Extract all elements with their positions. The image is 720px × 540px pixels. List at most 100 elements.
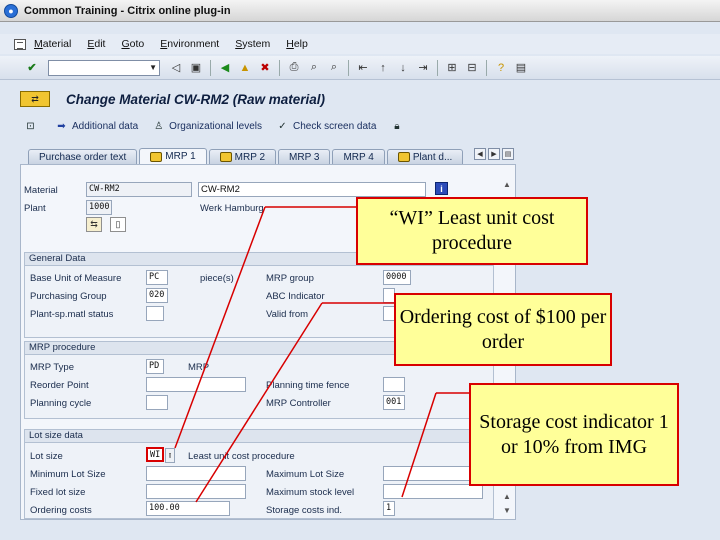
plant-status-field[interactable]	[146, 306, 164, 321]
max-lot-size-field[interactable]	[383, 466, 483, 481]
menu-goto[interactable]: Goto	[121, 38, 144, 50]
tab-mrp-2[interactable]: MRP 2	[208, 149, 277, 164]
lock-icon: 🔒︎	[394, 120, 400, 132]
tab-next-icon[interactable]: ▶	[488, 148, 500, 160]
standard-toolbar: ✔ ▼ ◁ ▣ ◀ ▲ ✖ ⎙ ⌕ ⌕ ⇤ ↑ ↓ ⇥ ⊞ ⊟ ? ▤	[0, 56, 720, 80]
hierarchy-icon: ♙	[154, 120, 164, 132]
tab-label: MRP 4	[343, 151, 374, 163]
check-screen-label: Check screen data	[293, 120, 377, 132]
shortcut-icon[interactable]: ⊟	[464, 60, 480, 76]
screen-title-area: ⇄ Change Material CW-RM2 (Raw material)	[20, 88, 712, 110]
tab-purchase-order-text[interactable]: Purchase order text	[28, 149, 138, 164]
org-levels-button[interactable]: ♙ Organizational levels	[152, 120, 262, 132]
lock-button[interactable]: 🔒︎	[390, 120, 407, 132]
last-page-icon[interactable]: ⇥	[415, 60, 431, 76]
base-uom-field[interactable]: PC	[146, 270, 168, 285]
exit-icon[interactable]: ▲	[237, 60, 253, 76]
window-titlebar: ● Common Training - Citrix online plug-i…	[0, 0, 720, 22]
cancel-icon[interactable]: ✖	[257, 60, 273, 76]
menu-system[interactable]: System	[235, 38, 270, 50]
check-screen-button[interactable]: ✓ Check screen data	[276, 120, 376, 132]
print-icon[interactable]: ⎙	[286, 60, 302, 76]
first-page-icon[interactable]: ⇤	[355, 60, 371, 76]
max-stock-level-field[interactable]	[383, 484, 483, 499]
tab-list-icon[interactable]: ▤	[502, 148, 514, 160]
storage-costs-field[interactable]: 1	[383, 501, 395, 516]
tab-mrp-1[interactable]: MRP 1	[139, 148, 207, 164]
storage-costs-label: Storage costs ind.	[266, 505, 343, 516]
fixed-lot-size-label: Fixed lot size	[30, 487, 86, 498]
command-field[interactable]: ▼	[48, 59, 160, 76]
purchasing-group-label: Purchasing Group	[30, 291, 107, 302]
mrp-type-field[interactable]: PD	[146, 359, 164, 374]
mrp-group-label: MRP group	[266, 273, 314, 284]
planning-time-fence-field[interactable]	[383, 377, 405, 392]
select-views-button[interactable]: ⊡	[24, 120, 41, 132]
toolbar-separator	[437, 59, 438, 76]
org-levels-icon[interactable]: ⇆	[86, 217, 102, 232]
info-icon[interactable]: i	[435, 182, 448, 195]
mrp-group-field[interactable]: 0000	[383, 270, 411, 285]
new-session-icon[interactable]: ⊞	[444, 60, 460, 76]
views-icon: ⊡	[26, 120, 35, 132]
enter-check-icon[interactable]: ✔	[24, 60, 40, 76]
arrow-right-icon: ➡	[57, 120, 66, 132]
min-lot-size-label: Minimum Lot Size	[30, 469, 106, 480]
tab-plant-data[interactable]: Plant d...	[386, 149, 464, 164]
back-arrow-icon[interactable]: ◁	[168, 60, 184, 76]
menu-material[interactable]: Material	[34, 38, 71, 50]
fixed-lot-size-field[interactable]	[146, 484, 246, 499]
material-icon: ⇄	[20, 91, 50, 107]
material-field: CW-RM2	[86, 182, 192, 197]
plant-field: 1000	[86, 200, 112, 215]
tab-prev-icon[interactable]: ◀	[474, 148, 486, 160]
reorder-point-field[interactable]	[146, 377, 246, 392]
purchasing-group-field[interactable]: 020	[146, 288, 168, 303]
layout-menu-icon[interactable]: ▤	[513, 60, 529, 76]
material-label: Material	[24, 185, 58, 196]
find-icon[interactable]: ⌕	[306, 60, 322, 76]
tab-mrp-3[interactable]: MRP 3	[278, 149, 331, 164]
help-icon[interactable]: ?	[493, 60, 509, 76]
scroll-down-icon[interactable]: ▼	[503, 506, 511, 515]
scroll-up-icon[interactable]: ▲	[503, 180, 511, 189]
lot-size-field[interactable]: WI	[146, 447, 164, 462]
find-next-icon[interactable]: ⌕	[326, 60, 342, 76]
ordering-costs-label: Ordering costs	[30, 505, 92, 516]
planning-cycle-field[interactable]	[146, 395, 168, 410]
check-icon: ✓	[278, 120, 287, 132]
planning-time-fence-label: Planning time fence	[266, 380, 350, 391]
document-icon[interactable]: ▯	[110, 217, 126, 232]
window-title: Common Training - Citrix online plug-in	[24, 4, 231, 17]
additional-data-button[interactable]: ➡ Additional data	[55, 120, 138, 132]
next-page-icon[interactable]: ↓	[395, 60, 411, 76]
chevron-down-icon[interactable]: ▼	[149, 63, 157, 72]
toolbar-separator	[486, 59, 487, 76]
scroll-up-icon[interactable]: ▲	[503, 492, 511, 501]
mrp-type-text: MRP	[188, 362, 210, 373]
ordering-costs-field[interactable]: 100.00	[146, 501, 230, 516]
prev-page-icon[interactable]: ↑	[375, 60, 391, 76]
material-description-field[interactable]: CW-RM2	[198, 182, 426, 197]
menu-edit[interactable]: Edit	[87, 38, 105, 50]
tab-mrp-4[interactable]: MRP 4	[332, 149, 385, 164]
status-icon	[150, 151, 163, 162]
save-icon[interactable]: ▣	[188, 60, 204, 76]
max-lot-size-label: Maximum Lot Size	[266, 469, 345, 480]
min-lot-size-field[interactable]	[146, 466, 246, 481]
mrp-type-label: MRP Type	[30, 362, 75, 373]
max-stock-level-label: Maximum stock level	[266, 487, 355, 498]
tab-label: Plant d...	[412, 151, 453, 163]
menu-environment[interactable]: Environment	[160, 38, 219, 50]
callout-storage-cost: Storage cost indicator 1 or 10% from IMG	[469, 383, 679, 486]
callout-lot-size: “WI” Least unit cost procedure	[356, 197, 588, 265]
toolbar-separator	[348, 59, 349, 76]
menu-help[interactable]: Help	[286, 38, 308, 50]
menu-icon[interactable]	[14, 38, 26, 50]
back-icon[interactable]: ◀	[217, 60, 233, 76]
citrix-icon: ●	[4, 3, 18, 18]
search-help-icon[interactable]: ▯	[165, 448, 175, 463]
status-icon	[397, 152, 410, 162]
mrp-controller-field[interactable]: 001	[383, 395, 405, 410]
status-icon	[219, 152, 232, 162]
